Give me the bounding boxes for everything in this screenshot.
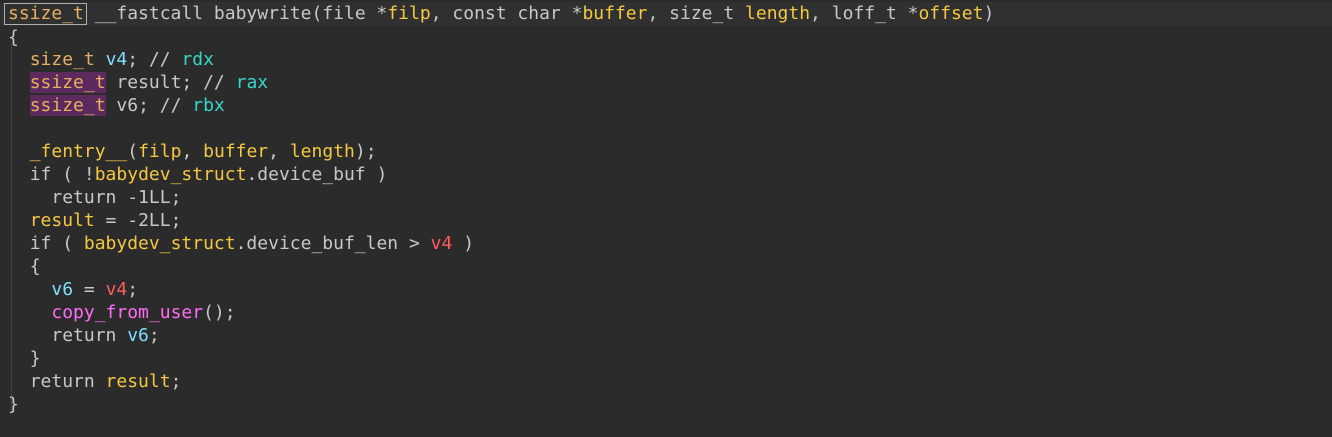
- global-babydev-struct[interactable]: babydev_struct: [84, 233, 236, 254]
- decl-type-highlighted: ssize_t: [29, 72, 106, 93]
- function-signature-line[interactable]: ssize_t __fastcall babywrite(file *filp,…: [8, 2, 994, 25]
- assign-v6-line[interactable]: v6 = v4;: [8, 278, 138, 301]
- decl-type: size_t: [29, 49, 95, 70]
- copy-from-user-function[interactable]: copy_from_user: [51, 302, 203, 323]
- decl-type-highlighted: ssize_t: [29, 95, 106, 116]
- var-result[interactable]: result: [106, 371, 171, 392]
- function-name[interactable]: babywrite: [214, 3, 312, 24]
- inner-brace-open: {: [29, 256, 41, 277]
- var-v6[interactable]: v6: [127, 325, 149, 346]
- inner-brace-close: }: [29, 348, 41, 369]
- param-filp[interactable]: filp: [387, 3, 430, 24]
- arg-buffer[interactable]: buffer: [203, 141, 268, 162]
- var-result[interactable]: result: [30, 210, 95, 231]
- decl-line-v6[interactable]: ssize_t v6; // rbx: [8, 94, 225, 117]
- param-buffer[interactable]: buffer: [582, 3, 647, 24]
- return-v6-line[interactable]: return v6;: [8, 324, 159, 347]
- var-result[interactable]: result: [116, 72, 181, 93]
- decl-line-v4[interactable]: size_t v4; // rdx: [8, 48, 214, 71]
- var-v4[interactable]: v4: [431, 233, 453, 254]
- if-buf-len-line[interactable]: if ( babydev_struct.device_buf_len > v4 …: [8, 232, 474, 255]
- var-v6[interactable]: v6: [51, 279, 73, 300]
- var-v4[interactable]: v4: [106, 279, 128, 300]
- register-rdx: rdx: [181, 49, 214, 70]
- arg-length[interactable]: length: [290, 141, 355, 162]
- param-offset[interactable]: offset: [918, 3, 983, 24]
- fentry-function[interactable]: _fentry__: [30, 141, 128, 162]
- return-result-line[interactable]: return result;: [8, 370, 182, 393]
- brace-close: }: [8, 394, 19, 415]
- calling-convention: __fastcall: [94, 3, 204, 24]
- global-babydev-struct[interactable]: babydev_struct: [95, 164, 247, 185]
- return-minus1-line[interactable]: return -1LL;: [8, 186, 181, 209]
- register-rax: rax: [235, 72, 269, 93]
- brace-open: {: [8, 27, 19, 48]
- copy-from-user-line[interactable]: copy_from_user();: [8, 301, 235, 324]
- assign-result-line[interactable]: result = -2LL;: [8, 209, 182, 232]
- decl-line-result[interactable]: ssize_t result; // rax: [8, 71, 268, 94]
- pseudocode-view[interactable]: ssize_t __fastcall babywrite(file *filp,…: [0, 0, 1332, 437]
- param-length[interactable]: length: [745, 3, 810, 24]
- if-device-buf-line[interactable]: if ( !babydev_struct.device_buf ): [8, 163, 388, 186]
- fentry-call-line[interactable]: _fentry__(filp, buffer, length);: [8, 140, 377, 163]
- return-type[interactable]: ssize_t: [8, 3, 84, 24]
- register-rbx: rbx: [192, 95, 225, 116]
- arg-filp[interactable]: filp: [138, 141, 181, 162]
- var-v4[interactable]: v4: [106, 49, 128, 70]
- var-v6[interactable]: v6: [116, 95, 138, 116]
